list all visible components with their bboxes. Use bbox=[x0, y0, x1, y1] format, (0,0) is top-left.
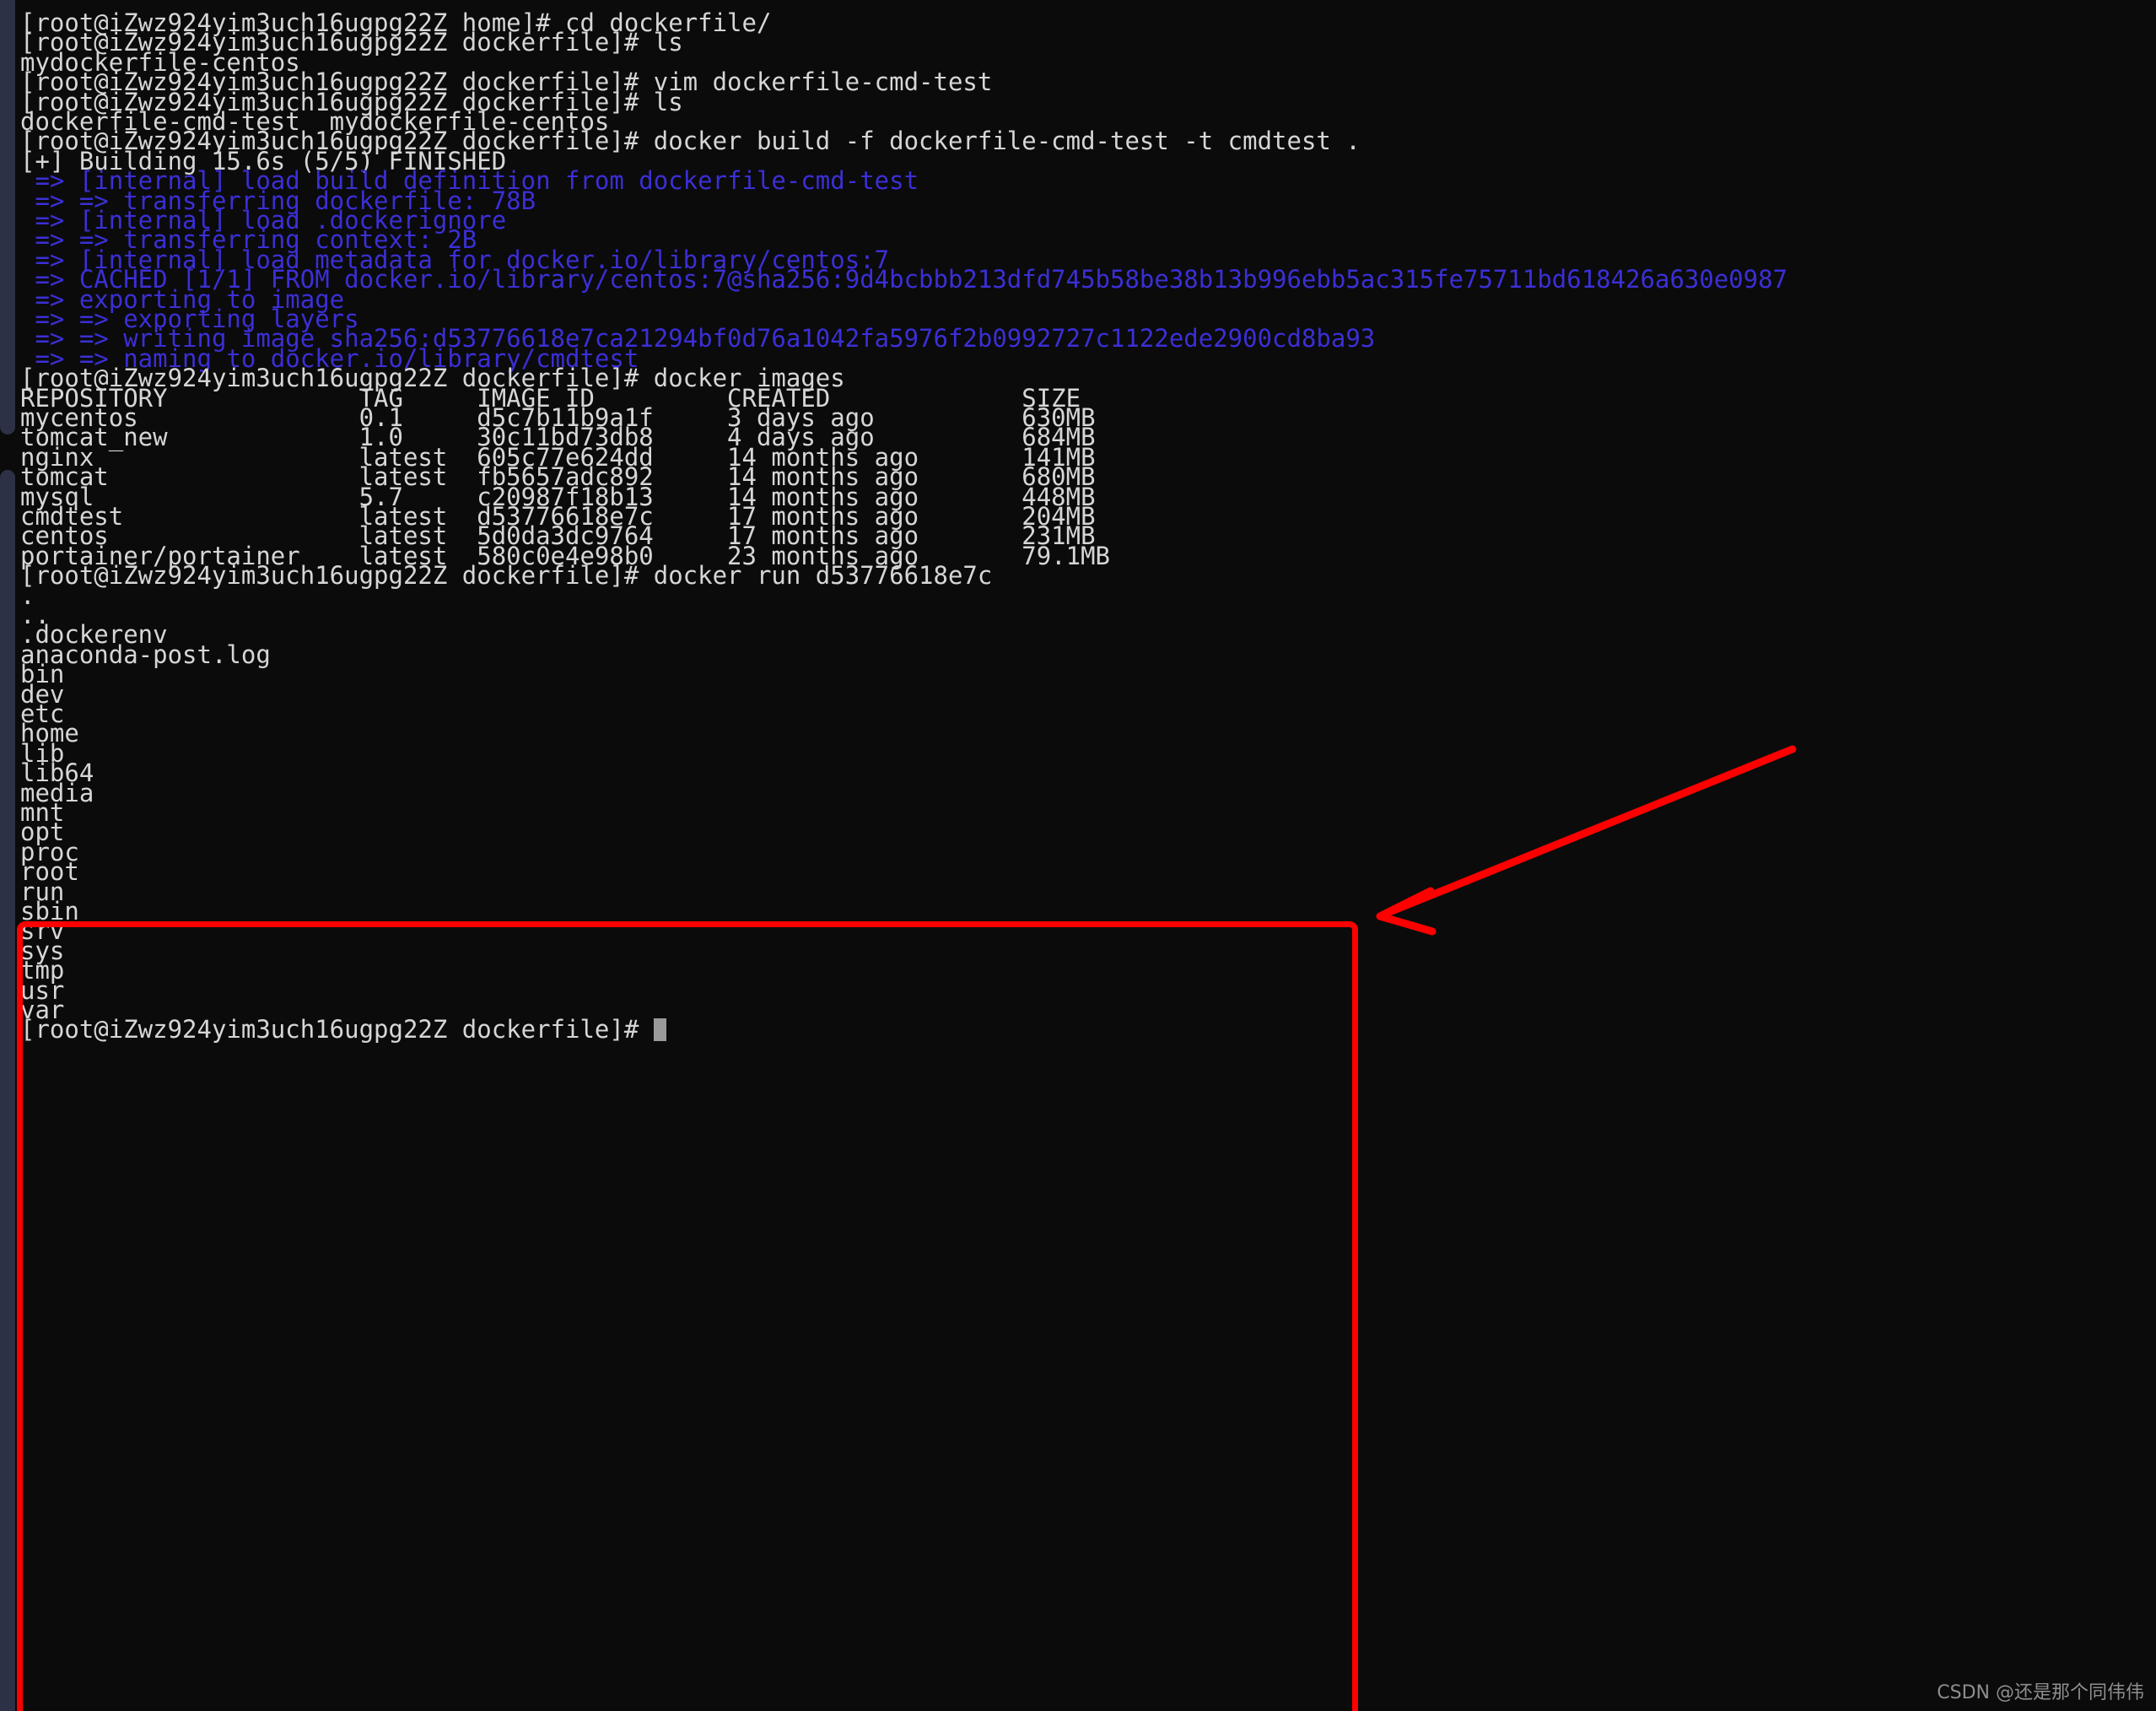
text-cursor bbox=[654, 1018, 667, 1042]
highlighted-prompt-line: [root@iZwz924yim3uch16ugpg22Z dockerfile… bbox=[20, 561, 993, 591]
terminal-output-area[interactable]: [root@iZwz924yim3uch16ugpg22Z home]# cd … bbox=[0, 0, 2156, 1711]
final-prompt-line: [root@iZwz924yim3uch16ugpg22Z dockerfile… bbox=[20, 1015, 654, 1044]
terminal-screenshot: [root@iZwz924yim3uch16ugpg22Z home]# cd … bbox=[0, 0, 2156, 1711]
csdn-watermark: CSDN @还是那个同伟伟 bbox=[1937, 1682, 2144, 1703]
